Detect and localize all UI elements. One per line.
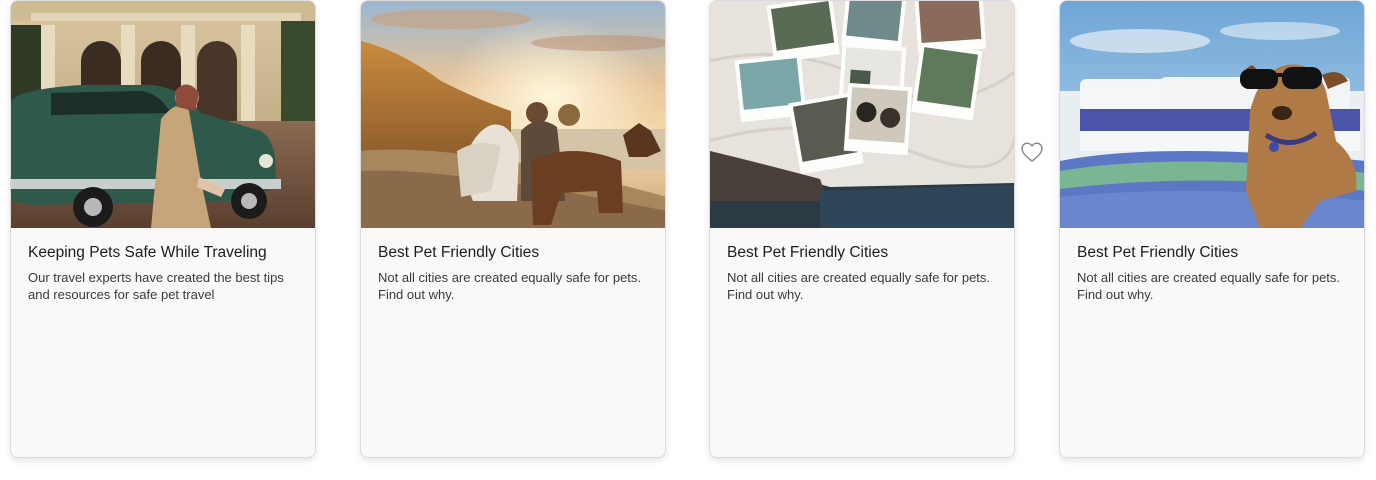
card-image-vintage-car: [11, 1, 315, 228]
card-description: Our travel experts have created the best…: [28, 270, 284, 302]
card-description: Not all cities are created equally safe …: [727, 270, 991, 302]
card-title[interactable]: Best Pet Friendly Cities: [1077, 244, 1352, 262]
article-card-pet-friendly-cities[interactable]: Best Pet Friendly Cities Not all cities …: [1059, 0, 1365, 458]
article-card-pet-friendly-cities[interactable]: Best Pet Friendly Cities Not all cities …: [709, 0, 1015, 458]
card-title[interactable]: Best Pet Friendly Cities: [727, 244, 1002, 262]
card-image-sunset-dogs: [361, 1, 665, 228]
article-card-pet-friendly-cities[interactable]: Best Pet Friendly Cities Not all cities …: [360, 0, 666, 458]
card-image-dog-sunglasses-boat: [1060, 1, 1364, 228]
card-description: Not all cities are created equally safe …: [1077, 270, 1341, 302]
card-image-polaroid-photos: [710, 1, 1014, 228]
card-description: Not all cities are created equally safe …: [378, 270, 642, 302]
article-card-pets-safe-traveling[interactable]: Keeping Pets Safe While Traveling Our tr…: [10, 0, 316, 458]
card-title[interactable]: Best Pet Friendly Cities: [378, 244, 653, 262]
card-title[interactable]: Keeping Pets Safe While Traveling: [28, 244, 303, 262]
favorite-heart-icon[interactable]: [1019, 139, 1045, 165]
